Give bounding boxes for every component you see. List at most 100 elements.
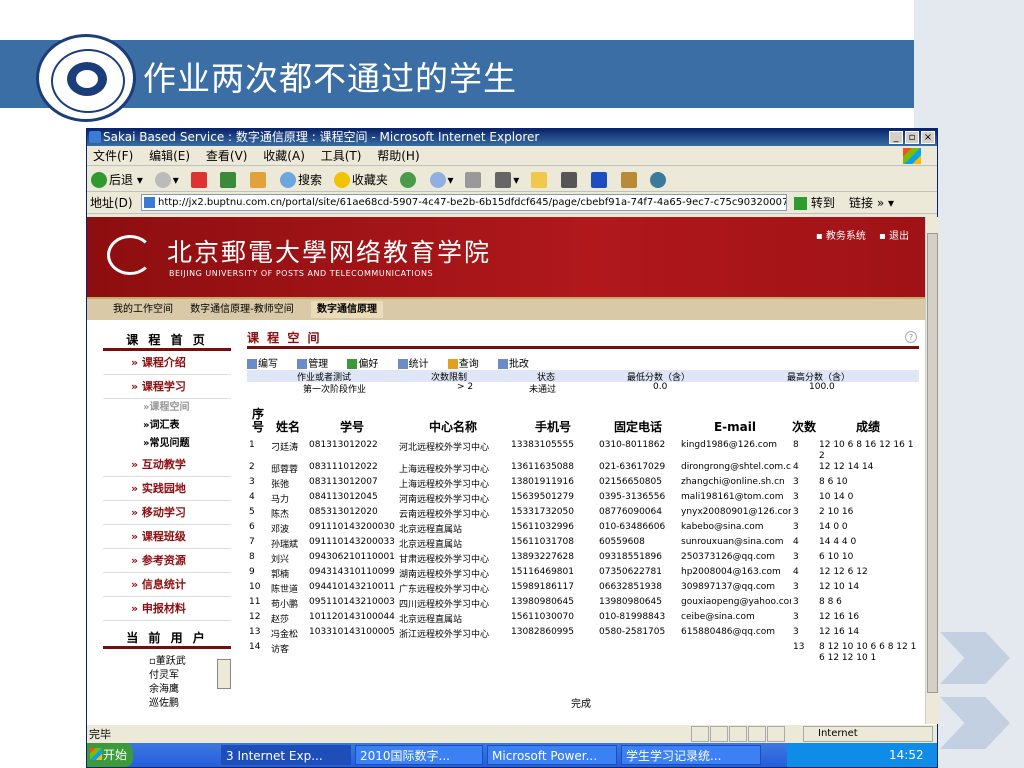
tool-button-4[interactable] — [650, 167, 668, 193]
table-cell: 15639501279 — [511, 492, 574, 502]
search-button[interactable]: 搜索 — [280, 167, 322, 193]
nav-item-intro[interactable]: » 课程介绍 — [103, 351, 231, 375]
table-cell: 苟小鹏 — [271, 600, 299, 610]
nav-sub-course-space[interactable]: »课程空间 — [103, 399, 231, 417]
refresh-button[interactable] — [220, 167, 238, 193]
maximize-button[interactable]: ▫ — [905, 131, 919, 144]
ie-icon — [89, 131, 101, 143]
table-row: 9 郭楠 094314310110099 湖南远程校外学习中心 15116469801 0… — [247, 567, 919, 582]
tool-button-1[interactable] — [560, 167, 579, 193]
table-cell: 0580-2581705 — [599, 627, 666, 637]
table-cell: 3 — [793, 597, 799, 607]
tool-button-2[interactable] — [590, 167, 609, 193]
menu-file[interactable]: 文件(F) — [93, 149, 133, 163]
table-cell: 3 — [793, 552, 799, 562]
help-icon[interactable]: ? — [905, 331, 917, 343]
print-button[interactable] — [465, 167, 483, 193]
table-cell: 4 — [793, 462, 799, 472]
table-row: 12 赵莎 101120143100044 北京远程直属站 15611030070 010… — [247, 612, 919, 627]
zone-indicator: Internet — [803, 726, 933, 742]
close-button[interactable]: × — [921, 131, 935, 144]
vertical-scrollbar[interactable] — [925, 217, 939, 724]
tool-button-3[interactable] — [620, 167, 639, 193]
menu-favorites[interactable]: 收藏(A) — [263, 149, 305, 163]
history-button[interactable] — [399, 167, 418, 193]
nav-sub-faq[interactable]: »常见问题 — [103, 435, 231, 453]
table-cell: 张弛 — [271, 480, 290, 490]
slide-title: 作业两次都不通过的学生 — [143, 59, 517, 98]
table-cell: 15611030070 — [511, 612, 574, 622]
link-logout[interactable]: ▪ 退出 — [879, 231, 909, 242]
nav-item-interactive[interactable]: » 互动教学 — [103, 453, 231, 477]
tool-icon — [590, 172, 607, 188]
table-cell: ceibe@sina.com — [681, 612, 755, 622]
task-study-record[interactable]: 学生学习记录统... — [621, 745, 761, 765]
nav-item-resources[interactable]: » 参考资源 — [103, 549, 231, 573]
address-input[interactable]: http://jx2.buptnu.com.cn/portal/site/61a… — [141, 194, 787, 211]
home-button[interactable] — [250, 167, 268, 193]
column-header: 序号 — [251, 407, 264, 434]
table-cell: 094314310110099 — [309, 567, 395, 577]
minimize-button[interactable]: _ — [889, 131, 903, 144]
menu-edit[interactable]: 编辑(E) — [149, 149, 190, 163]
table-cell: 8 — [249, 552, 255, 562]
links-button[interactable]: 链接 » ▾ — [849, 192, 894, 214]
menu-tools[interactable]: 工具(T) — [321, 149, 362, 163]
stop-button[interactable] — [190, 167, 209, 193]
table-cell: 3 — [249, 477, 255, 487]
tab-my-workspace[interactable]: 我的工作空间 — [113, 304, 173, 315]
browser-window: Sakai Based Service : 数字通信原理 : 课程空间 - Mi… — [86, 128, 939, 768]
tool-preference[interactable]: 偏好 — [347, 359, 386, 370]
search-icon — [447, 359, 458, 369]
task-internet-explorer[interactable]: 3 Internet Exp... — [221, 745, 351, 765]
tool-write[interactable]: 编写 — [247, 359, 286, 370]
table-cell: sunrouxuan@sina.com — [681, 537, 784, 547]
table-cell: 08776090064 — [599, 507, 662, 517]
tab-course[interactable]: 数字通信原理 — [310, 301, 383, 318]
nav-item-mobile[interactable]: » 移动学习 — [103, 501, 231, 525]
status-bar: 完毕 Internet — [87, 724, 937, 743]
query-cell: > 2 — [457, 382, 474, 392]
done-label: 完成 — [571, 699, 591, 710]
task-folder[interactable]: 2010国际数字... — [355, 745, 483, 765]
folder-button[interactable] — [531, 167, 549, 193]
edit-button[interactable]: ▾ — [495, 167, 519, 193]
table-cell: 8 12 10 10 6 6 8 12 16 12 12 10 1 — [819, 642, 917, 663]
link-academic-system[interactable]: ▪ 教务系统 — [816, 231, 866, 242]
table-row: 13 冯金松 103310143100005 浙江远程校外学习中心 1308286099… — [247, 627, 919, 642]
nav-item-statistics[interactable]: » 信息统计 — [103, 573, 231, 597]
table-body: 1 刁廷涛 081313012022 河北远程校外学习中心 13383105555 031… — [247, 440, 919, 664]
tab-teacher-space[interactable]: 数字通信原理-教师空间 — [190, 304, 294, 315]
table-cell: 3 — [793, 582, 799, 592]
menu-view[interactable]: 查看(V) — [206, 149, 248, 163]
tool-grade[interactable]: 批改 — [497, 359, 537, 370]
column-header: 固定电话 — [613, 420, 662, 434]
table-row: 8 刘兴 094306210110001 甘肃远程校外学习中心 13893227628 0… — [247, 552, 919, 567]
nav-item-class[interactable]: » 课程班级 — [103, 525, 231, 549]
table-row: 1 刁廷涛 081313012022 河北远程校外学习中心 13383105555 031… — [247, 440, 919, 462]
nav-item-apply[interactable]: » 申报材料 — [103, 597, 231, 621]
task-powerpoint[interactable]: Microsoft Power... — [487, 745, 617, 765]
back-button[interactable]: 后退 ▾ — [91, 167, 143, 193]
table-cell: 2 — [249, 462, 255, 472]
forward-button[interactable]: ▾ — [154, 167, 179, 193]
table-cell: 广东远程校外学习中心 — [399, 585, 490, 595]
nav-item-practice[interactable]: » 实践园地 — [103, 477, 231, 501]
menu-help[interactable]: 帮助(H) — [377, 149, 419, 163]
tool-statistics[interactable]: 统计 — [397, 359, 437, 370]
tool-query[interactable]: 查询 — [447, 359, 487, 370]
go-button[interactable]: 转到 — [794, 192, 835, 214]
nav-sub-glossary[interactable]: »词汇表 — [103, 417, 231, 435]
mail-button[interactable]: ▾ — [429, 167, 454, 193]
system-tray: 14:52 — [787, 743, 937, 767]
tool-icon — [560, 172, 577, 188]
favorites-button[interactable]: 收藏夹 — [333, 167, 388, 193]
start-button[interactable]: 开始 — [87, 743, 133, 767]
scrollbar-thumb[interactable] — [927, 233, 938, 693]
window-titlebar[interactable]: Sakai Based Service : 数字通信原理 : 课程空间 - Mi… — [87, 129, 937, 146]
table-cell: 15116469801 — [511, 567, 574, 577]
tool-manage[interactable]: 管理 — [297, 359, 336, 370]
nav-item-study[interactable]: » 课程学习 — [103, 375, 231, 399]
users-scrollbar[interactable] — [217, 659, 231, 689]
nav-home[interactable]: 课 程 首 页 — [103, 329, 231, 351]
